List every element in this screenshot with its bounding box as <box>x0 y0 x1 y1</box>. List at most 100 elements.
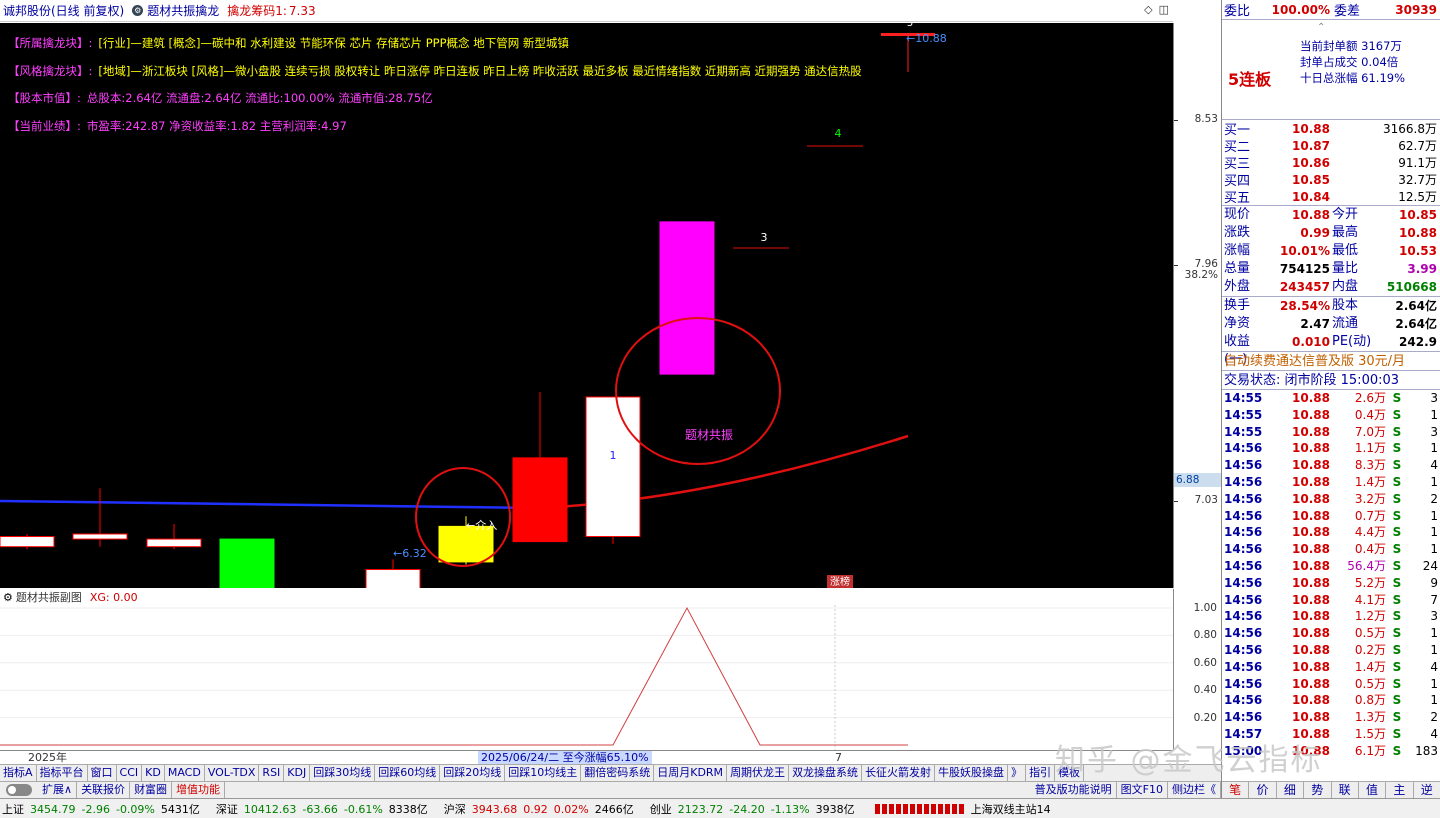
tick-field: 14:56 <box>1224 525 1263 540</box>
indicator-tab[interactable]: 》 <box>1008 765 1027 781</box>
low-price-label: ←6.32 <box>393 547 427 560</box>
tick-row[interactable]: 14:55 10.88 2.6万 S 3 <box>1222 390 1440 407</box>
buy-order-row[interactable]: 买五 10.84 12.5万 <box>1222 188 1440 207</box>
indicator-tab[interactable]: KDJ <box>284 765 311 781</box>
quote-panel-tab[interactable]: 值 <box>1359 782 1387 798</box>
indicator-tab[interactable]: RSI <box>259 765 285 781</box>
function-tab[interactable]: 增值功能 <box>172 782 226 798</box>
indicator-tab[interactable]: 日周月KDRM <box>654 765 728 781</box>
index-quote[interactable]: 沪深 3943.68 0.92 0.02% 2466亿 <box>444 801 640 817</box>
indicator-tab[interactable]: 牛股妖股操盘 <box>935 765 1009 781</box>
collapse-up-icon[interactable]: ⌃ <box>1317 22 1325 33</box>
indicator-tab[interactable]: KD <box>142 765 165 781</box>
tick-row[interactable]: 14:56 10.88 0.4万 S 1 <box>1222 541 1440 558</box>
tick-row[interactable]: 14:56 10.88 0.2万 S 1 <box>1222 642 1440 659</box>
indicator-tab[interactable]: 回踩20均线 <box>440 765 506 781</box>
quote-panel-tab[interactable]: 联 <box>1332 782 1359 798</box>
indicator-tab[interactable]: 指标A <box>0 765 37 781</box>
quote-panel-tab[interactable]: 价 <box>1249 782 1277 798</box>
tick-row[interactable]: 14:56 10.88 56.4万 S 24 <box>1222 558 1440 575</box>
indicator-tab[interactable]: 指标平台 <box>37 765 88 781</box>
function-tab[interactable]: 关联报价 <box>77 782 131 798</box>
function-tab[interactable]: 财富圈 <box>130 782 173 798</box>
tick-field: 14:56 <box>1224 659 1263 674</box>
quote-label: 换手 <box>1224 298 1251 313</box>
tick-field: 15:00 <box>1224 743 1263 758</box>
tick-row[interactable]: 14:56 10.88 8.3万 S 4 <box>1222 457 1440 474</box>
buy-order-row[interactable]: 买四 10.85 32.7万 <box>1222 171 1440 190</box>
quote-label: 收益(一) <box>1224 334 1251 367</box>
indicator-tab[interactable]: 长征火箭发射 <box>862 765 936 781</box>
server-station[interactable]: 上海双线主站14 <box>971 801 1051 817</box>
formula-settings-icon[interactable]: ⚙ <box>132 5 144 16</box>
function-tab[interactable]: 扩展∧ <box>38 782 78 798</box>
indicator-name[interactable]: 题材共振副图 <box>16 589 82 605</box>
diamond-icon[interactable]: ◇ <box>1144 3 1152 16</box>
buy-order-row[interactable]: 买二 10.87 62.7万 <box>1222 137 1440 156</box>
index-quote[interactable]: 上证 3454.79 -2.96 -0.09% 5431亿 <box>2 801 206 817</box>
tick-field: 1 <box>1430 508 1438 523</box>
index-quote[interactable]: 深证 10412.63 -63.66 -0.61% 8338亿 <box>216 801 434 817</box>
toggle-switch[interactable] <box>6 784 32 796</box>
indicator-tab[interactable]: 回踩10均线主 <box>505 765 582 781</box>
indicator-tab[interactable]: MACD <box>165 765 205 781</box>
candle-body <box>659 221 715 375</box>
window-restore-icon[interactable]: ◫ <box>1159 3 1169 16</box>
level-4-label: 4 <box>835 127 842 140</box>
buy-order-row[interactable]: 买三 10.86 91.1万 <box>1222 154 1440 173</box>
function-tab-right[interactable]: 图文F10 <box>1117 782 1168 798</box>
formula-name[interactable]: 题材共振擒龙 <box>147 2 219 19</box>
tick-row[interactable]: 14:56 10.88 0.5万 S 1 <box>1222 676 1440 693</box>
tick-row[interactable]: 14:56 10.88 0.5万 S 1 <box>1222 625 1440 642</box>
tick-row[interactable]: 14:55 10.88 0.4万 S 1 <box>1222 407 1440 424</box>
quote-panel-tab[interactable]: 笔 <box>1222 782 1250 798</box>
quote-panel-tab[interactable]: 逆 <box>1414 782 1440 798</box>
indicator-settings-icon[interactable]: ⚙ <box>3 591 13 604</box>
tick-row[interactable]: 14:56 10.88 1.3万 S 2 <box>1222 709 1440 726</box>
indicator-tab[interactable]: 窗口 <box>88 765 117 781</box>
indicator-tab[interactable]: 双龙操盘系统 <box>789 765 863 781</box>
quote-panel-tab[interactable]: 势 <box>1304 782 1332 798</box>
indicator-svg <box>0 605 1173 750</box>
tick-row[interactable]: 14:56 10.88 0.7万 S 1 <box>1222 508 1440 525</box>
main-kline-chart[interactable]: 1 题材共振 ←介入 ←6.32 3 4 5 ←10.88 涨榜 【所属擒龙块】: [行业]—建筑… <box>0 23 1173 588</box>
function-toolbar: 扩展∧ 关联报价 财富圈 增值功能 普及版功能说明 图文F10 侧边栏《 <box>0 781 1221 798</box>
quote-label: 现价 <box>1224 207 1251 222</box>
indicator-tab[interactable]: 周期伏龙王 <box>727 765 790 781</box>
quote-label: 今开 <box>1332 207 1359 222</box>
tick-row[interactable]: 14:56 10.88 0.8万 S 1 <box>1222 692 1440 709</box>
tick-row[interactable]: 14:56 10.88 1.4万 S 1 <box>1222 474 1440 491</box>
indicator-chart[interactable] <box>0 605 1173 750</box>
function-tab-right[interactable]: 普及版功能说明 <box>1031 782 1117 798</box>
tick-row[interactable]: 14:57 10.88 1.5万 S 4 <box>1222 726 1440 743</box>
indicator-tab[interactable]: VOL-TDX <box>205 765 260 781</box>
tick-row[interactable]: 14:56 10.88 1.1万 S 1 <box>1222 440 1440 457</box>
indicator-tab[interactable]: 翻倍密码系统 <box>581 765 655 781</box>
tick-row[interactable]: 14:56 10.88 5.2万 S 9 <box>1222 575 1440 592</box>
indicator-tab[interactable]: 回踩60均线 <box>375 765 441 781</box>
tick-row[interactable]: 14:55 10.88 7.0万 S 3 <box>1222 424 1440 441</box>
tick-row[interactable]: 14:56 10.88 4.1万 S 7 <box>1222 592 1440 609</box>
quote-value: 243457 <box>1279 280 1330 294</box>
quote-value: 10.53 <box>1399 244 1437 258</box>
indicator-tab[interactable]: 回踩30均线 <box>310 765 376 781</box>
tick-row[interactable]: 14:56 10.88 1.4万 S 4 <box>1222 659 1440 676</box>
buy-order-field: 10.85 <box>1292 172 1330 187</box>
indicator-tab-right[interactable]: 指引 <box>1026 765 1056 781</box>
tick-field: 1 <box>1430 525 1438 540</box>
buy-order-row[interactable]: 买一 10.88 3166.8万 <box>1222 120 1440 139</box>
tick-row[interactable]: 14:56 10.88 1.2万 S 3 <box>1222 608 1440 625</box>
tick-list[interactable]: 14:55 10.88 2.6万 S 3 14:55 10.88 0.4万 S 1 14:55 10.… <box>1222 390 1440 760</box>
indicator-tab[interactable]: CCI <box>117 765 143 781</box>
tick-row[interactable]: 14:56 10.88 3.2万 S 2 <box>1222 491 1440 508</box>
quote-panel-tab[interactable]: 主 <box>1386 782 1414 798</box>
stock-title[interactable]: 诚邦股份(日线 前复权) <box>3 2 124 19</box>
tick-row[interactable]: 15:00 10.88 6.1万 S 183 <box>1222 743 1440 760</box>
function-tab-right[interactable]: 侧边栏《 <box>1168 782 1221 798</box>
indicator-tab-right[interactable]: 模板 <box>1055 765 1085 781</box>
index-quote[interactable]: 创业 2123.72 -24.20 -1.13% 3938亿 <box>650 801 861 817</box>
tick-row[interactable]: 14:56 10.88 4.4万 S 1 <box>1222 524 1440 541</box>
promo-banner[interactable]: 自动续费通达信普及版 30元/月 <box>1222 351 1440 371</box>
quote-panel-tab[interactable]: 细 <box>1277 782 1305 798</box>
seal-line-3: 十日总涨幅 61.19% <box>1300 71 1406 85</box>
